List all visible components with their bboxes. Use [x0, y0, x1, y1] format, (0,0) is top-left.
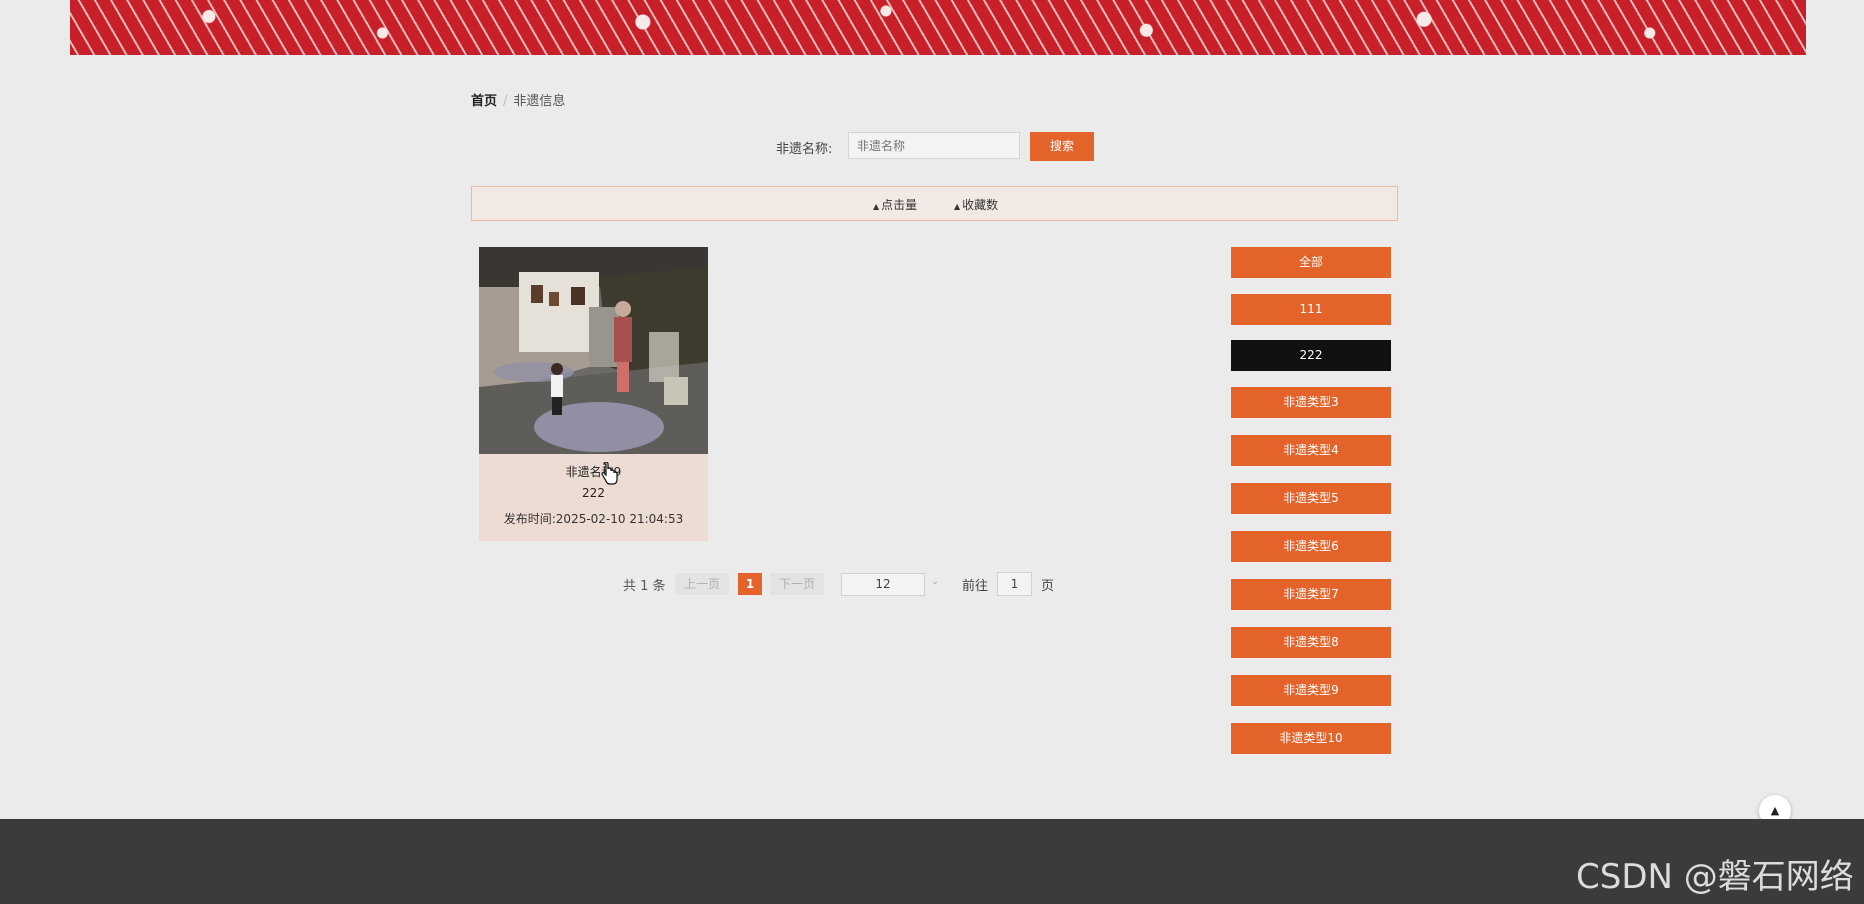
breadcrumb: 首页 / 非遗信息 [471, 90, 565, 109]
category-item[interactable]: 非遗类型3 [1231, 387, 1391, 418]
page-number-current[interactable]: 1 [738, 573, 762, 595]
card-title[interactable]: 非遗名称9 [479, 463, 708, 480]
category-item[interactable]: 非遗类型5 [1231, 483, 1391, 514]
sort-by-clicks[interactable]: ▲︎ 点击量 [873, 196, 917, 213]
sort-by-favorites[interactable]: ▲︎ 收藏数 [954, 196, 998, 213]
arrow-up-icon: ▲ [1770, 804, 1780, 817]
sort-icon: ▲︎ [873, 202, 880, 211]
watermark: CSDN @磐石网络 [1576, 857, 1854, 897]
date-label: 发布时间: [503, 512, 556, 526]
sort-label: 收藏数 [962, 198, 999, 212]
card-date: 发布时间:2025-02-10 21:04:53 [479, 510, 708, 527]
sort-bar [471, 186, 1398, 221]
category-item[interactable]: 111 [1231, 294, 1391, 325]
card-type: 222 [582, 486, 605, 500]
breadcrumb-current: 非遗信息 [513, 94, 566, 109]
next-page-button[interactable]: 下一页 [770, 573, 824, 595]
category-item[interactable]: 非遗类型8 [1231, 627, 1391, 658]
category-item[interactable]: 非遗类型9 [1231, 675, 1391, 706]
category-item[interactable]: 非遗类型10 [1231, 723, 1391, 754]
search-button[interactable]: 搜索 [1030, 132, 1094, 161]
search-label: 非遗名称: [776, 142, 833, 157]
page-label: 页 [1041, 579, 1055, 594]
date-value: 2025-02-10 21:04:53 [555, 512, 684, 526]
goto-label: 前往 [962, 579, 989, 594]
sort-label: 点击量 [881, 198, 918, 212]
category-item-active[interactable]: 222 [1231, 340, 1391, 371]
category-item[interactable]: 非遗类型4 [1231, 435, 1391, 466]
search-input[interactable] [848, 132, 1020, 159]
breadcrumb-separator: / [503, 94, 508, 109]
category-all[interactable]: 全部 [1231, 247, 1391, 278]
pagination-total: 共 1 条 [623, 579, 666, 594]
paper-cut-banner-image [70, 0, 1806, 55]
chevron-down-icon[interactable]: ⌄ [931, 576, 939, 587]
prev-page-button[interactable]: 上一页 [675, 573, 729, 595]
page-size-select[interactable]: 12 [841, 573, 925, 596]
category-item[interactable]: 非遗类型6 [1231, 531, 1391, 562]
category-item[interactable]: 非遗类型7 [1231, 579, 1391, 610]
sort-icon: ▲︎ [954, 202, 961, 211]
hand-cursor-icon [600, 461, 618, 486]
breadcrumb-home[interactable]: 首页 [471, 94, 497, 109]
heritage-photo[interactable] [479, 247, 708, 454]
goto-page-input[interactable]: 1 [997, 572, 1032, 596]
